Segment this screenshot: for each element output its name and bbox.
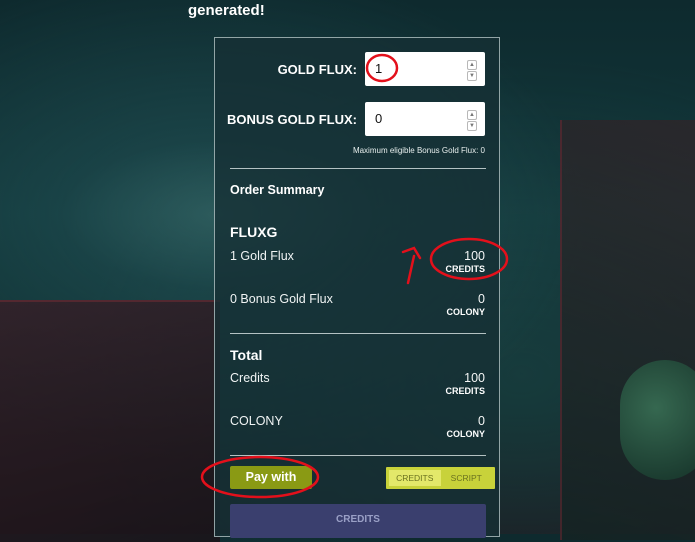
background-orb: [620, 360, 695, 480]
pay-credits-button[interactable]: CREDITS: [230, 504, 486, 538]
summary-line-amount: 0 COLONY: [446, 292, 485, 317]
summary-line-label: 1 Gold Flux: [230, 249, 294, 263]
summary-line-value: 100: [464, 249, 485, 263]
summary-line-unit: COLONY: [446, 307, 485, 317]
summary-line-amount: 100 CREDITS: [445, 249, 485, 274]
bonus-gold-flux-value: 0: [375, 111, 383, 126]
gold-flux-label: GOLD FLUX:: [277, 61, 357, 77]
bonus-gold-flux-input[interactable]: 0 ▲ ▼: [365, 102, 485, 136]
total-line-value: 0: [478, 414, 485, 428]
background-console-left: [0, 300, 220, 542]
bonus-gold-flux-row: BONUS GOLD FLUX: 0 ▲ ▼: [227, 102, 485, 136]
pay-with-label: Pay with: [230, 466, 312, 489]
payment-method-toggle[interactable]: CREDITS SCRIPT: [386, 467, 495, 489]
bonus-eligibility-note: Maximum eligible Bonus Gold Flux: 0: [352, 146, 485, 155]
total-title: Total: [230, 347, 263, 363]
divider: [230, 455, 486, 456]
gold-flux-input[interactable]: 1 ▲ ▼: [365, 52, 485, 86]
page-heading: generated!: [188, 2, 265, 19]
total-line-amount: 100 CREDITS: [445, 371, 485, 396]
product-name: FLUXG: [230, 224, 278, 240]
total-line-unit: CREDITS: [445, 386, 485, 396]
total-line-label: Credits: [230, 371, 270, 385]
spinner-down-icon[interactable]: ▼: [467, 121, 477, 131]
bonus-gold-flux-spinner[interactable]: ▲ ▼: [467, 110, 477, 131]
total-line-label: COLONY: [230, 414, 283, 428]
divider: [230, 168, 486, 169]
spinner-up-icon[interactable]: ▲: [467, 60, 477, 70]
divider: [230, 333, 486, 334]
summary-line-unit: CREDITS: [445, 264, 485, 274]
bonus-gold-flux-label: BONUS GOLD FLUX:: [227, 111, 357, 127]
spinner-down-icon[interactable]: ▼: [467, 71, 477, 81]
total-line-value: 100: [464, 371, 485, 385]
gold-flux-value: 1: [375, 61, 383, 76]
order-summary-title: Order Summary: [230, 183, 325, 197]
spinner-up-icon[interactable]: ▲: [467, 110, 477, 120]
purchase-panel: GOLD FLUX: 1 ▲ ▼ BONUS GOLD FLUX: 0 ▲ ▼ …: [214, 37, 500, 538]
total-line-unit: COLONY: [446, 429, 485, 439]
total-line-amount: 0 COLONY: [446, 414, 485, 439]
summary-line-label: 0 Bonus Gold Flux: [230, 292, 333, 306]
gold-flux-row: GOLD FLUX: 1 ▲ ▼: [278, 52, 485, 86]
payment-option-credits[interactable]: CREDITS: [389, 470, 441, 486]
summary-line-value: 0: [478, 292, 485, 306]
payment-option-script[interactable]: SCRIPT: [441, 470, 493, 486]
gold-flux-spinner[interactable]: ▲ ▼: [467, 60, 477, 81]
